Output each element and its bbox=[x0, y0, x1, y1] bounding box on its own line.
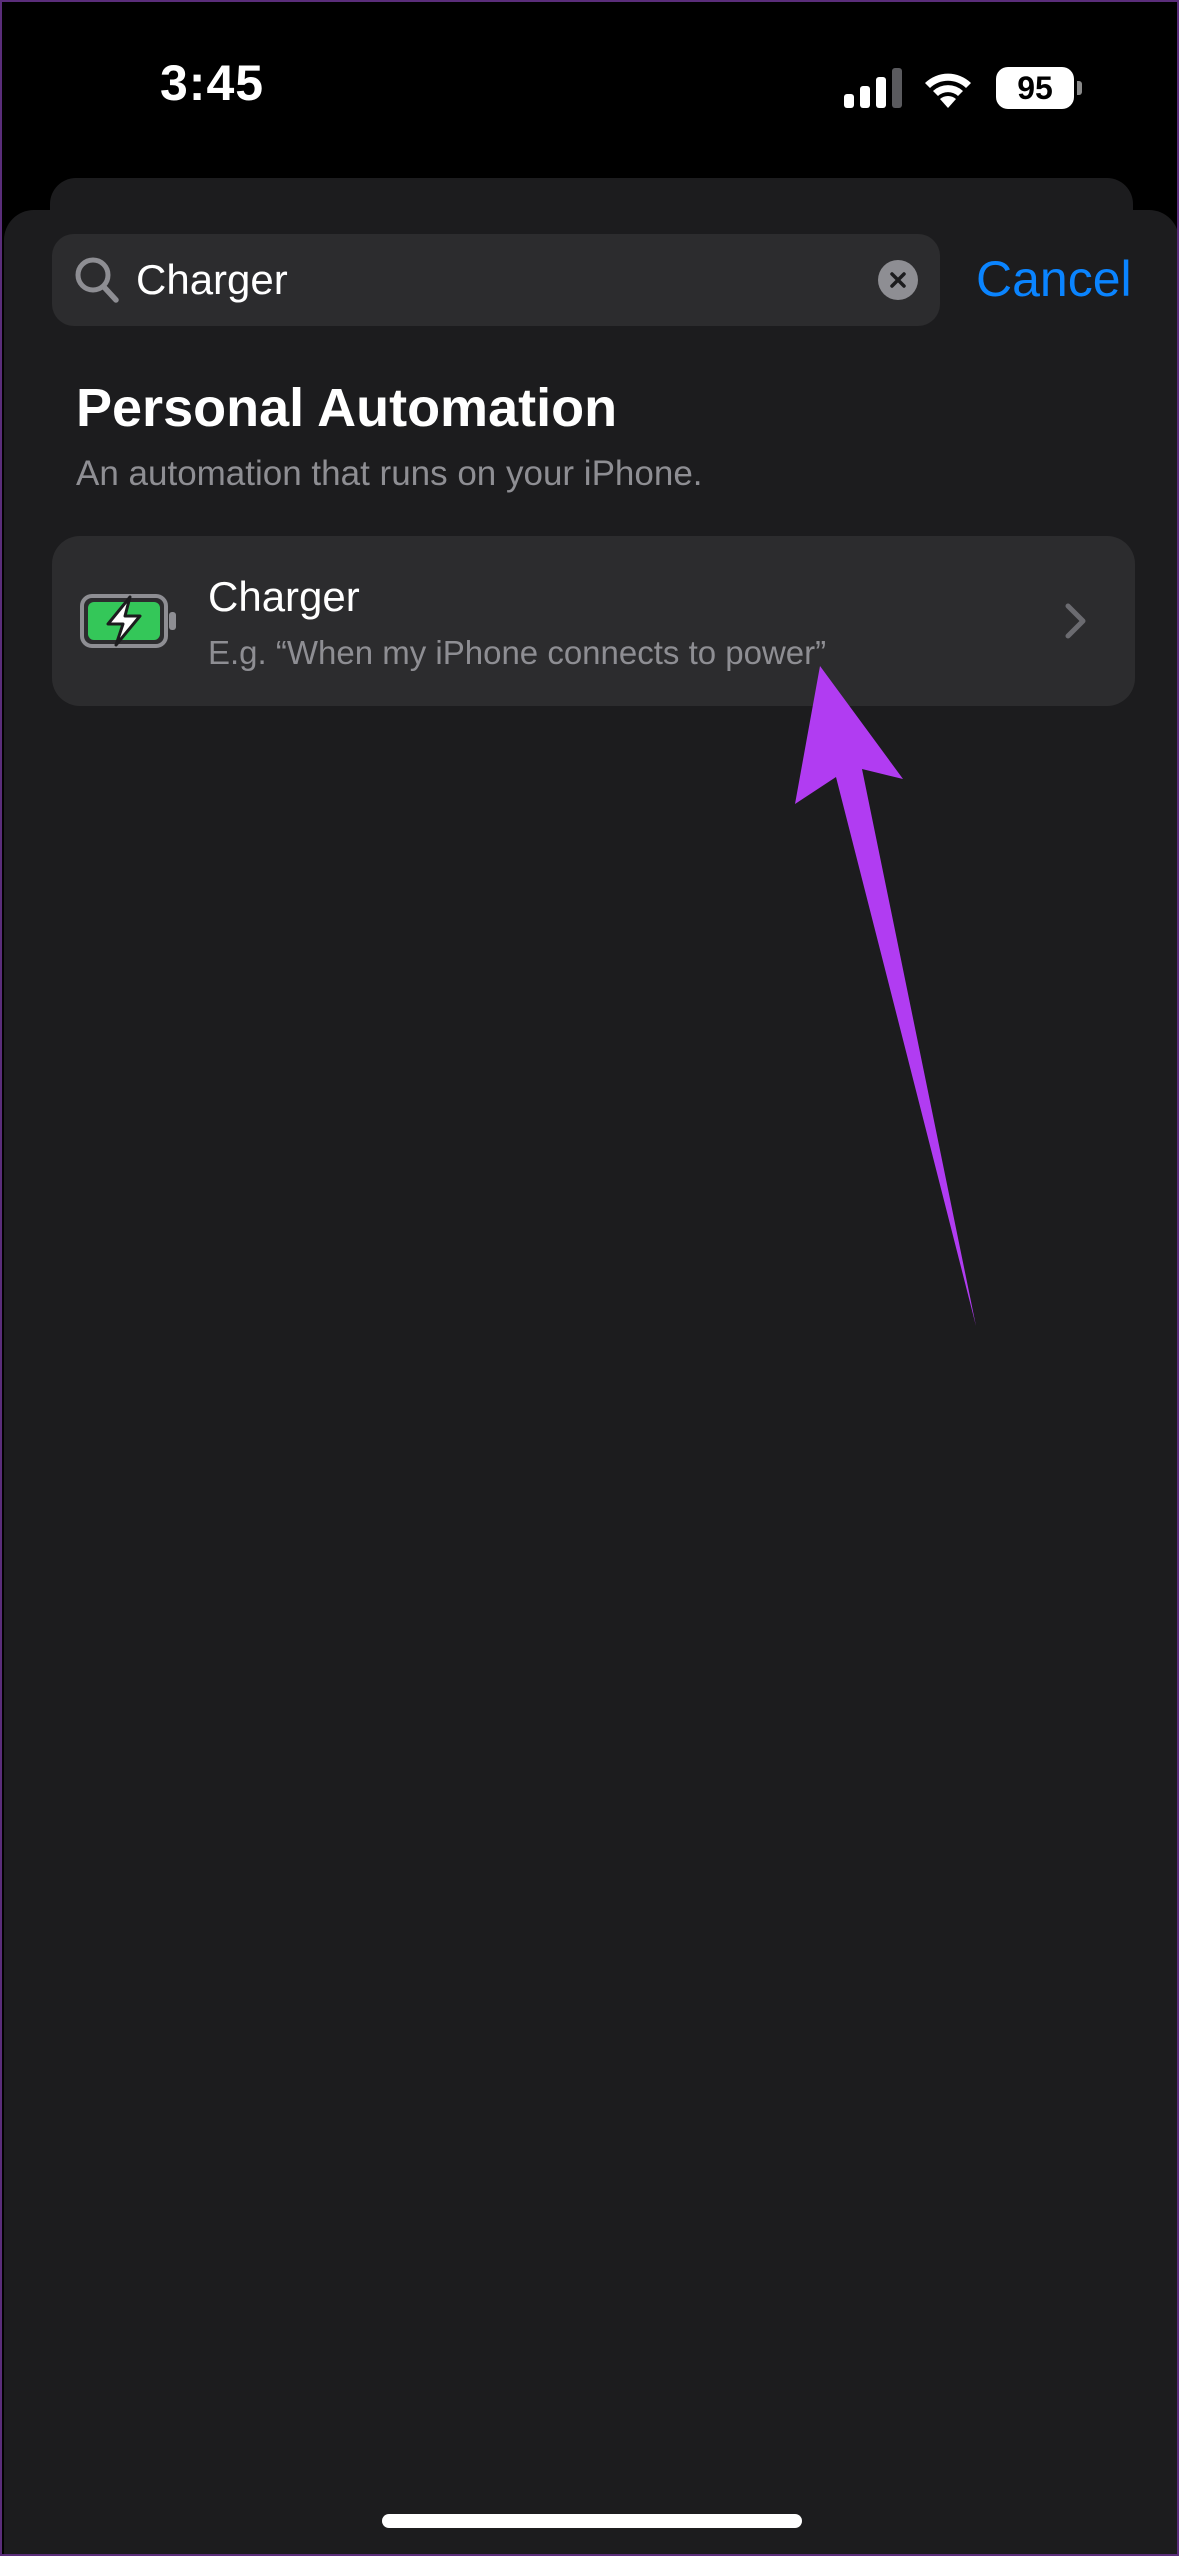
screen: 3:45 95 Charger Cancel Personal Automati… bbox=[0, 0, 1179, 2556]
home-indicator[interactable] bbox=[382, 2514, 802, 2528]
annotation-arrow bbox=[795, 666, 976, 1326]
